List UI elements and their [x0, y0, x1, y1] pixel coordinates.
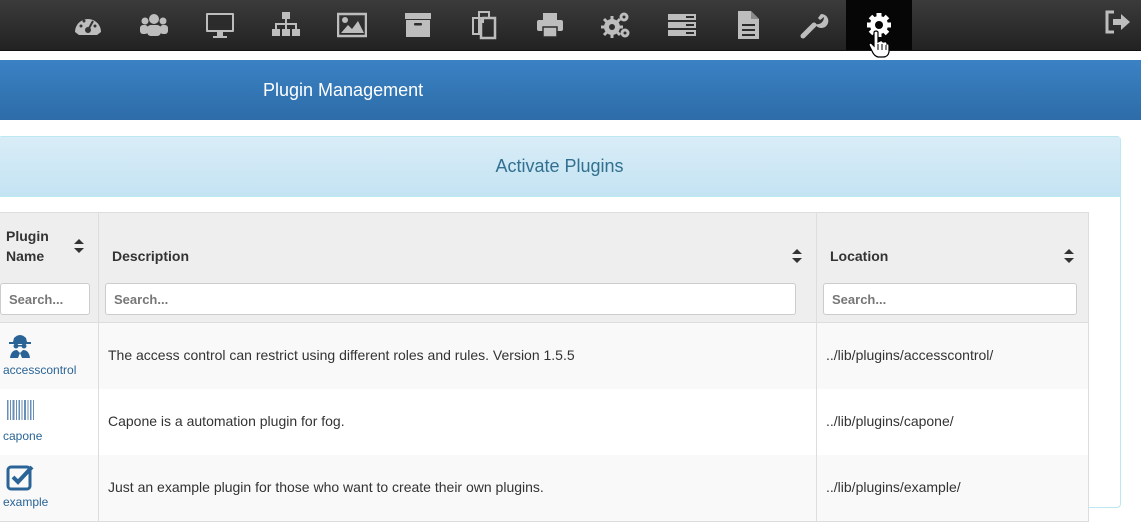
table-filter-row [0, 278, 1089, 323]
plugin-description: Just an example plugin for those who wan… [108, 479, 544, 495]
reports-file-icon [738, 11, 759, 39]
plugin-name-link[interactable]: example [3, 495, 48, 509]
nav-services[interactable] [583, 0, 649, 50]
nav-reports[interactable] [715, 0, 781, 50]
nav-hosts[interactable] [187, 0, 253, 50]
page-header: Plugin Management [0, 60, 1141, 120]
logout-icon[interactable] [1104, 8, 1132, 36]
users-icon [140, 14, 168, 36]
nav-plugins[interactable] [846, 0, 912, 50]
host-monitor-icon [206, 13, 234, 38]
barcode-icon[interactable] [6, 397, 34, 425]
printer-icon [537, 13, 563, 38]
nav-users[interactable] [121, 0, 187, 50]
dashboard-icon [75, 19, 101, 35]
nav-storage[interactable] [385, 0, 451, 50]
groups-sitemap-icon [272, 12, 300, 36]
plugin-name-search-input[interactable] [0, 283, 90, 315]
sort-icon[interactable] [792, 249, 802, 263]
storage-archive-icon [405, 13, 431, 37]
images-icon [337, 12, 367, 38]
table-row[interactable]: example Just an example plugin for those… [0, 455, 1089, 522]
column-header-description[interactable]: Description [112, 246, 189, 266]
nav-images[interactable] [319, 0, 385, 50]
nav-printers[interactable] [517, 0, 583, 50]
nav-dashboard[interactable] [55, 0, 121, 50]
nav-groups[interactable] [253, 0, 319, 50]
plugins-gear-icon [867, 13, 891, 37]
plugin-description: The access control can restrict using di… [108, 347, 575, 363]
plugin-location: ../lib/plugins/capone/ [826, 413, 954, 429]
table-row[interactable]: capone Capone is a automation plugin for… [0, 389, 1089, 456]
plugin-name-link[interactable]: capone [3, 429, 42, 443]
checkbox-icon[interactable] [6, 463, 34, 491]
plugin-location: ../lib/plugins/accesscontrol/ [826, 347, 994, 363]
sort-icon[interactable] [74, 239, 84, 253]
user-secret-icon[interactable] [6, 331, 34, 359]
column-header-plugin-name[interactable]: Plugin Name [6, 226, 49, 266]
plugin-name-link[interactable]: accesscontrol [3, 363, 76, 377]
description-search-input[interactable] [105, 283, 796, 315]
settings-wrench-icon [800, 13, 829, 39]
table-row[interactable]: accesscontrol The access control can res… [0, 323, 1089, 390]
location-search-input[interactable] [823, 283, 1077, 315]
plugin-description: Capone is a automation plugin for fog. [108, 413, 345, 429]
nav-tasks[interactable] [649, 0, 715, 50]
top-navbar [0, 0, 1141, 58]
services-cogs-icon [601, 12, 630, 38]
nav-settings[interactable] [781, 0, 847, 50]
nav-snapins[interactable] [451, 0, 517, 50]
plugin-location: ../lib/plugins/example/ [826, 479, 961, 495]
sort-icon[interactable] [1064, 249, 1074, 263]
page-title: Plugin Management [263, 80, 424, 100]
snapins-copy-icon [472, 11, 497, 40]
table-header-row: Plugin Name Description Location [0, 212, 1089, 280]
panel-title: Activate Plugins [0, 137, 1120, 197]
column-header-location[interactable]: Location [830, 246, 888, 266]
tasks-list-icon [668, 14, 696, 36]
